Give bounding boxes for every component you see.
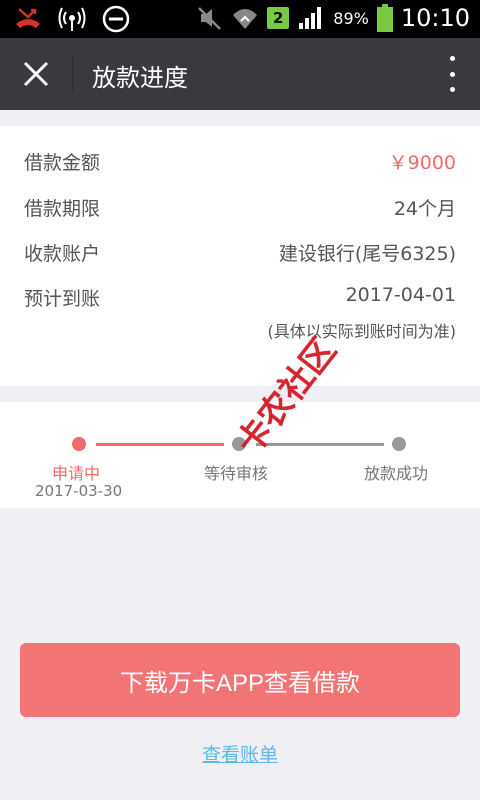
close-button[interactable] [18, 56, 54, 92]
more-vertical-icon [449, 56, 455, 61]
progress-card: 申请中 2017-03-30 等待审核 放款成功 [0, 402, 480, 508]
mute-icon [198, 7, 222, 30]
loan-info-card: 借款金额 ￥9000 借款期限 24个月 收款账户 建设银行(尾号6325) 预… [0, 126, 480, 386]
step-label-review: 等待审核 [204, 464, 269, 483]
expected-arrival-label: 预计到账 [24, 288, 101, 310]
sim-badge: 2 [267, 7, 290, 29]
receiving-account-row: 收款账户 建设银行(尾号6325) [24, 239, 456, 269]
do-not-disturb-icon [102, 5, 130, 33]
wifi-hotspot-icon [58, 7, 86, 31]
loan-term-value: 24个月 [393, 198, 456, 220]
step-date-applying: 2017-03-30 [35, 482, 123, 500]
progress-segment-2 [256, 443, 384, 446]
loan-term-label: 借款期限 [24, 198, 101, 220]
download-app-button[interactable]: 下载万卡APP查看借款 [20, 643, 460, 717]
wifi-icon [233, 9, 258, 29]
step-dot-applying [72, 437, 86, 451]
battery-percent: 89% [333, 8, 369, 28]
missed-call-icon [16, 8, 40, 28]
title-bar: 放款进度 [0, 38, 480, 110]
loan-term-row: 借款期限 24个月 [24, 194, 456, 224]
arrival-note: (具体以实际到账时间为准) [267, 322, 457, 341]
loan-amount-row: 借款金额 ￥9000 [24, 148, 456, 178]
step-label-applying: 申请中 [52, 464, 101, 483]
close-icon [23, 61, 49, 87]
loan-amount-label: 借款金额 [24, 152, 101, 174]
expected-arrival-row: 预计到账 2017-04-01 [24, 284, 456, 314]
more-button[interactable] [446, 56, 458, 92]
view-bill-link[interactable]: 查看账单 [0, 740, 480, 767]
step-dot-review [232, 437, 246, 451]
status-bar: 2 89% 10:10 [0, 0, 480, 38]
status-time: 10:10 [400, 4, 470, 32]
receiving-account-label: 收款账户 [24, 243, 101, 265]
progress-segment-1 [96, 443, 224, 446]
title-divider [72, 56, 73, 92]
page-title: 放款进度 [92, 64, 188, 92]
loan-amount-value: ￥9000 [388, 152, 456, 174]
receiving-account-value: 建设银行(尾号6325) [278, 243, 456, 265]
step-dot-success [392, 437, 406, 451]
step-label-success: 放款成功 [364, 464, 429, 483]
signal-icon [299, 7, 322, 29]
expected-arrival-value: 2017-04-01 [345, 284, 456, 306]
battery-icon [376, 4, 393, 32]
